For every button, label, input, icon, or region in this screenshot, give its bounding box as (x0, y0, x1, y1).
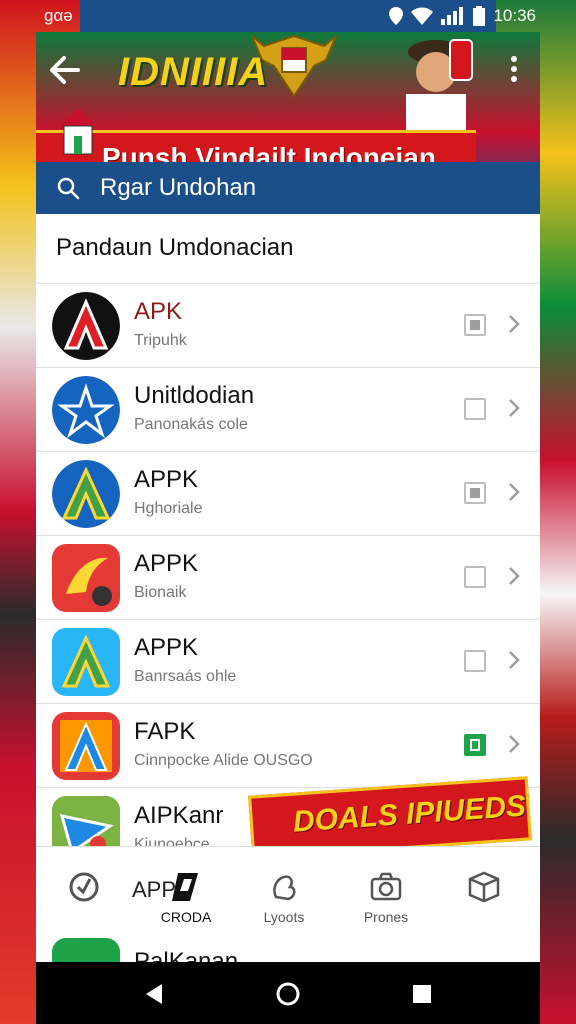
clock: 10:36 (493, 6, 536, 25)
app-icon (52, 376, 120, 444)
item-checkbox-checked[interactable] (464, 734, 486, 756)
chevron-right-icon (509, 399, 520, 417)
app-name: APPK (134, 550, 199, 577)
signal-icon (441, 7, 464, 25)
nav-item-refresh[interactable] (36, 857, 132, 929)
status-bar: ɡαə 10:36 (0, 0, 576, 32)
app-icon (52, 460, 120, 528)
hands-icon (273, 875, 296, 901)
item-checkbox[interactable] (464, 314, 486, 336)
more-options-icon[interactable] (504, 54, 524, 84)
item-checkbox[interactable] (464, 398, 486, 420)
search-bar[interactable]: Rgar Undohan (36, 162, 540, 214)
person-illustration-icon (406, 39, 473, 130)
app-subtitle: Cinnpocke Alide OUSGO (134, 752, 313, 769)
nav-item-prones[interactable]: Prones (338, 857, 434, 929)
item-checkbox[interactable] (464, 482, 486, 504)
app-name: Unitldodian (134, 382, 255, 409)
list-item[interactable]: FAPK Cinnpocke Alide OUSGO (36, 704, 540, 788)
list-title: Pandaun Umdonacian (36, 214, 540, 284)
app-brand-icon (172, 873, 198, 901)
app-name: APK (134, 298, 183, 325)
app-subtitle: Tripuhk (134, 332, 187, 349)
chevron-right-icon (509, 651, 520, 669)
app-subtitle: Hghoriale (134, 500, 203, 517)
item-checkbox[interactable] (464, 650, 486, 672)
house-icon (60, 108, 96, 155)
list-item[interactable]: APPK Banrsaás ohle (36, 620, 540, 704)
app-name: APPK (134, 634, 199, 661)
box-icon (468, 871, 500, 903)
nav-item-croda[interactable]: APP CRODA (132, 857, 234, 929)
chevron-right-icon (509, 483, 520, 501)
nav-item-lyoots[interactable]: Lyoots (236, 857, 332, 929)
wifi-icon (411, 7, 434, 25)
check-icon (470, 739, 480, 751)
search-input[interactable]: Rgar Undohan (100, 174, 256, 202)
nav-label: CRODA (160, 909, 212, 925)
search-icon (57, 177, 80, 200)
app-icon (52, 292, 120, 360)
nav-item-box[interactable] (436, 857, 532, 929)
refresh-circle-icon (69, 872, 99, 902)
app-name: FAPK (134, 718, 196, 745)
recents-square-icon[interactable] (408, 980, 436, 1008)
app-name: PalKanan (134, 948, 239, 962)
camera-icon (370, 872, 402, 901)
app-icon (52, 544, 120, 612)
app-icon (52, 938, 120, 962)
location-icon (389, 7, 404, 25)
status-icons: 10:36 (389, 6, 536, 26)
carrier-label: ɡαə (44, 6, 73, 25)
item-checkbox[interactable] (464, 566, 486, 588)
bottom-navigation: APP CRODA Lyoots Prones (36, 846, 540, 934)
back-arrow-icon[interactable] (46, 52, 82, 88)
list-item[interactable]: APPK Bionaik (36, 536, 540, 620)
app-subtitle: Bionaik (134, 584, 187, 601)
app-subtitle: Banrsaás ohle (134, 668, 237, 685)
app-subtitle: Panonakás cole (134, 416, 248, 433)
list-item-partial[interactable]: PalKanan (36, 934, 540, 962)
chevron-right-icon (509, 315, 520, 333)
nav-label: Lyoots (263, 909, 305, 925)
app-name: AIPKanr (134, 802, 224, 829)
app-name: APPK (134, 466, 199, 493)
home-circle-icon[interactable] (274, 980, 302, 1008)
list-item[interactable]: Unitldodian Panonakás cole (36, 368, 540, 452)
app-icon (52, 712, 120, 780)
list-item[interactable]: APK Tripuhk (36, 284, 540, 368)
back-triangle-icon[interactable] (140, 980, 168, 1008)
nav-label: Prones (363, 909, 409, 925)
chevron-right-icon (509, 735, 520, 753)
banner-title: IDNIIIIA (118, 50, 269, 94)
list-item[interactable]: APPK Hghoriale (36, 452, 540, 536)
chevron-right-icon (509, 567, 520, 585)
battery-icon (473, 6, 486, 26)
system-navigation-bar (36, 962, 540, 1024)
app-icon (52, 628, 120, 696)
